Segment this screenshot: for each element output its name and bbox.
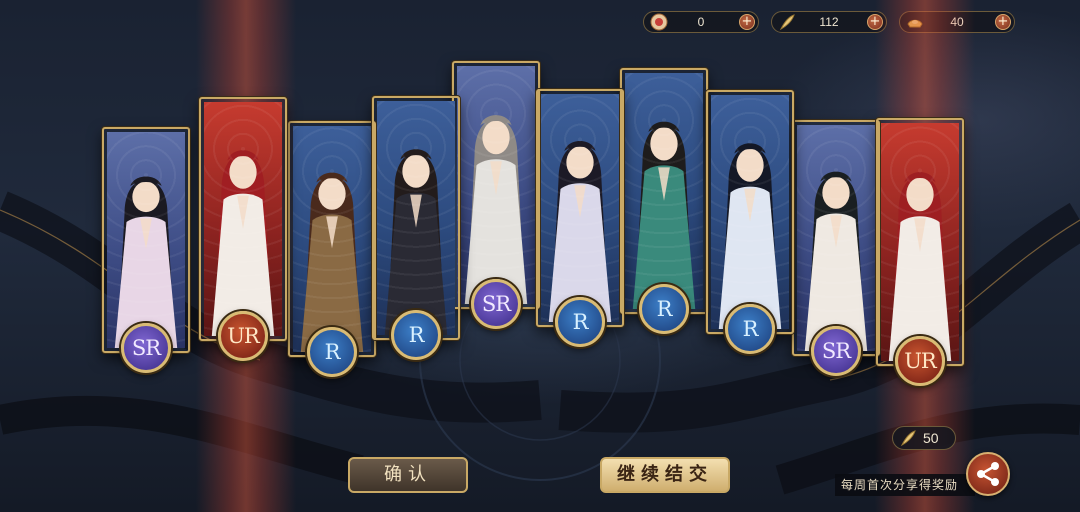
character-card[interactable]: R	[706, 90, 794, 354]
resource-feather: 112 +	[771, 11, 887, 33]
recruit-cost: 50	[892, 426, 956, 450]
add-gold-ingot-button[interactable]: +	[995, 14, 1011, 30]
recruit-cost-value: 50	[923, 430, 939, 446]
rarity-badge-ur: UR	[895, 336, 945, 386]
character-portrait	[797, 125, 875, 351]
character-portrait	[541, 94, 619, 322]
rarity-badge-r: R	[725, 304, 775, 354]
character-portrait	[457, 66, 535, 304]
rarity-badge-sr: SR	[471, 279, 521, 329]
share-reward-text: 每周首次分享得奖励	[835, 474, 975, 496]
add-summon-token-button[interactable]: +	[739, 14, 755, 30]
character-card[interactable]: SR	[792, 120, 880, 376]
rarity-badge-ur: UR	[218, 311, 268, 361]
feather-count: 112	[819, 15, 839, 29]
rarity-badge-r: R	[555, 297, 605, 347]
feather-icon	[779, 14, 795, 31]
character-portrait	[881, 123, 959, 361]
summon-token-count: 0	[697, 15, 705, 29]
character-portrait	[377, 101, 455, 335]
character-portrait	[711, 95, 789, 329]
resource-summon-token: 0 +	[643, 11, 759, 33]
character-card[interactable]: SR	[452, 61, 540, 329]
character-card[interactable]: UR	[199, 97, 287, 361]
rarity-badge-r: R	[307, 327, 357, 377]
share-icon	[977, 462, 999, 486]
character-card[interactable]: R	[288, 121, 376, 377]
character-portrait	[293, 126, 371, 352]
character-portrait	[107, 132, 185, 348]
summon-token-icon	[650, 13, 668, 31]
rarity-badge-r: R	[639, 284, 689, 334]
character-card[interactable]: R	[620, 68, 708, 334]
rarity-badge-sr: SR	[811, 326, 861, 376]
share-button[interactable]	[966, 452, 1010, 496]
character-card[interactable]: R	[372, 96, 460, 360]
confirm-button[interactable]: 确认	[348, 457, 468, 493]
feather-icon	[900, 430, 916, 447]
character-portrait	[625, 73, 703, 309]
continue-recruit-button[interactable]: 继续结交	[600, 457, 730, 493]
rarity-badge-r: R	[391, 310, 441, 360]
character-card[interactable]: R	[536, 89, 624, 347]
character-portrait	[204, 102, 282, 336]
character-card[interactable]: UR	[876, 118, 964, 386]
rarity-badge-sr: SR	[121, 323, 171, 373]
character-card[interactable]: SR	[102, 127, 190, 373]
